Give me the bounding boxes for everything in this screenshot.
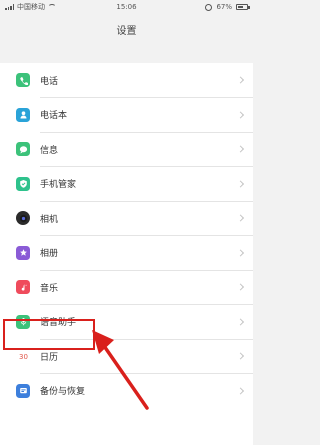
- settings-item[interactable]: 电话本: [0, 98, 253, 133]
- settings-item-label: 日历: [40, 352, 59, 363]
- chevron-right-icon: [236, 180, 245, 188]
- chevron-right-icon: [236, 283, 245, 291]
- settings-item[interactable]: 备份与恢复: [0, 374, 253, 409]
- settings-item[interactable]: 音乐: [0, 270, 253, 305]
- camera-icon: [16, 211, 30, 226]
- settings-item-label: 备份与恢复: [40, 387, 86, 398]
- backup-icon: [16, 383, 30, 398]
- settings-item-label: 语音助手: [40, 318, 77, 329]
- wifi-icon: [48, 4, 56, 10]
- calendar-icon: 30: [16, 349, 30, 364]
- message-icon: [16, 142, 30, 157]
- signal-icon: [5, 4, 14, 10]
- shield-icon: [16, 176, 30, 191]
- chevron-right-icon: [236, 145, 245, 153]
- svg-text:30: 30: [19, 353, 28, 361]
- carrier-name: 中国移动: [17, 3, 45, 11]
- settings-item-label: 电话: [40, 76, 59, 87]
- contacts-icon: [16, 107, 30, 122]
- settings-item-label: 信息: [40, 145, 59, 156]
- status-bar: 中国移动 15:06 67%: [0, 0, 253, 14]
- chevron-right-icon: [236, 214, 245, 222]
- settings-item[interactable]: 相机: [0, 201, 253, 236]
- status-left: 中国移动: [5, 2, 56, 12]
- settings-item-label: 电话本: [40, 111, 68, 122]
- music-icon: [16, 280, 30, 295]
- microphone-icon: [16, 314, 30, 329]
- settings-item-label: 音乐: [40, 283, 59, 294]
- battery-icon: [236, 4, 250, 10]
- settings-item[interactable]: 信息: [0, 132, 253, 167]
- settings-item[interactable]: 电话: [0, 63, 253, 98]
- page-title: 设置: [116, 26, 137, 37]
- gallery-icon: [16, 245, 30, 260]
- settings-list: 电话电话本信息手机管家相机相册音乐语音助手 30 日历备份与恢复: [0, 63, 253, 445]
- settings-item[interactable]: 语音助手: [0, 305, 253, 340]
- alarm-icon: [205, 3, 213, 11]
- settings-item[interactable]: 30 日历: [0, 339, 253, 374]
- battery-percent: 67%: [216, 3, 232, 11]
- chevron-right-icon: [236, 387, 245, 395]
- settings-item-label: 手机管家: [40, 180, 77, 191]
- settings-item-label: 相册: [40, 249, 59, 260]
- chevron-right-icon: [236, 111, 245, 119]
- battery-fill: [238, 6, 244, 8]
- phone-icon: [16, 73, 30, 88]
- settings-item-label: 相机: [40, 214, 59, 225]
- settings-item[interactable]: 手机管家: [0, 167, 253, 202]
- chevron-right-icon: [236, 76, 245, 84]
- settings-item[interactable]: 相册: [0, 236, 253, 271]
- chevron-right-icon: [236, 318, 245, 326]
- chevron-right-icon: [236, 352, 245, 360]
- chevron-right-icon: [236, 249, 245, 257]
- status-right: 67%: [205, 3, 250, 11]
